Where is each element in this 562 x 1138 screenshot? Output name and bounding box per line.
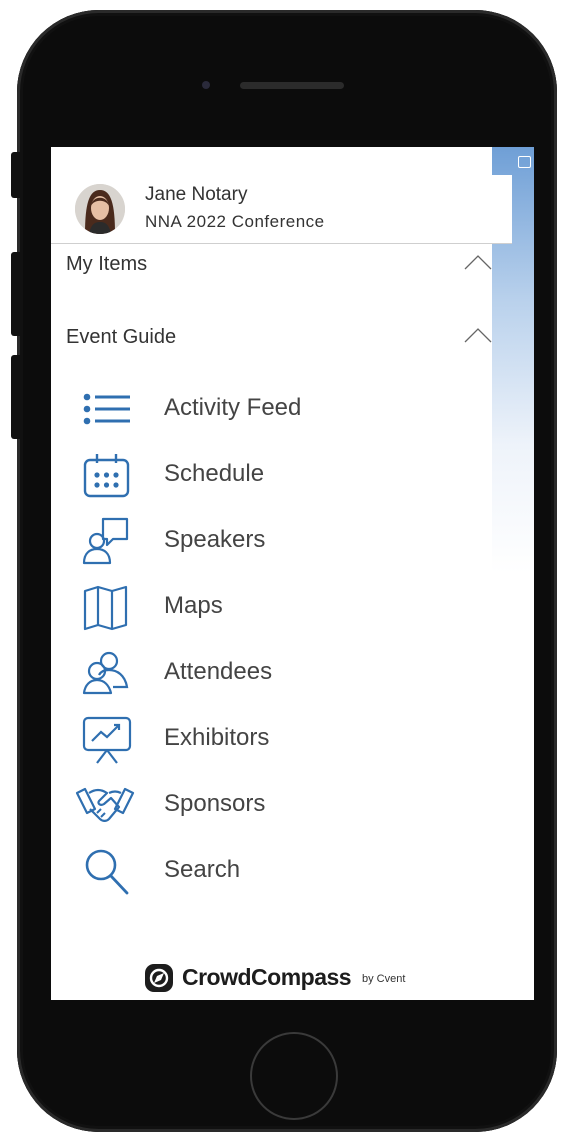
calendar-icon: [83, 454, 130, 498]
brand-by-cvent: by Cvent: [362, 973, 406, 985]
menu-item-speakers[interactable]: Speakers: [51, 511, 512, 571]
menu-item-label: Sponsors: [164, 790, 266, 817]
brand-name: CrowdCompass: [182, 964, 352, 990]
front-camera: [202, 81, 210, 89]
map-icon: [83, 585, 128, 631]
event-name: NNA 2022 Conference: [145, 212, 325, 231]
home-button[interactable]: [250, 1032, 338, 1120]
profile-header[interactable]: Jane Notary NNA 2022 Conference: [51, 175, 512, 244]
menu-item-search[interactable]: Search: [51, 841, 512, 901]
menu-item-label: Exhibitors: [164, 724, 270, 751]
attendees-icon: [82, 651, 129, 695]
menu-item-sponsors[interactable]: Sponsors: [51, 775, 512, 835]
chevron-up-icon[interactable]: [464, 254, 492, 270]
presentation-chart-icon: [82, 716, 132, 764]
speaker-icon: [82, 517, 129, 565]
menu-item-attendees[interactable]: Attendees: [51, 643, 512, 703]
menu-item-label: Maps: [164, 592, 223, 619]
menu-item-label: Speakers: [164, 526, 266, 553]
handshake-icon: [75, 787, 135, 822]
menu-item-activity-feed[interactable]: Activity Feed: [51, 379, 512, 439]
menu-item-label: Attendees: [164, 658, 273, 685]
list-icon: [83, 393, 130, 425]
volume-down-button: [11, 355, 20, 439]
crowdcompass-logo: CrowdCompass by Cvent: [144, 963, 444, 993]
volume-up-button: [11, 252, 20, 336]
menu-item-maps[interactable]: Maps: [51, 577, 512, 637]
avatar[interactable]: [75, 184, 125, 234]
section-my-items[interactable]: My Items: [66, 253, 147, 276]
compass-logo-icon: [145, 964, 173, 992]
app-screen: Jane Notary NNA 2022 Conference My Items…: [51, 147, 534, 1000]
menu-item-exhibitors[interactable]: Exhibitors: [51, 709, 512, 769]
earpiece-speaker: [240, 82, 344, 89]
chevron-up-icon[interactable]: [464, 327, 492, 343]
menu-item-schedule[interactable]: Schedule: [51, 445, 512, 505]
search-icon: [85, 849, 129, 895]
battery-icon: [518, 156, 531, 168]
mute-switch: [11, 152, 20, 198]
menu-item-label: Activity Feed: [164, 394, 302, 421]
menu-item-label: Schedule: [164, 460, 265, 487]
section-event-guide[interactable]: Event Guide: [66, 326, 176, 349]
profile-name: Jane Notary: [145, 184, 248, 205]
menu-item-label: Search: [164, 856, 241, 883]
